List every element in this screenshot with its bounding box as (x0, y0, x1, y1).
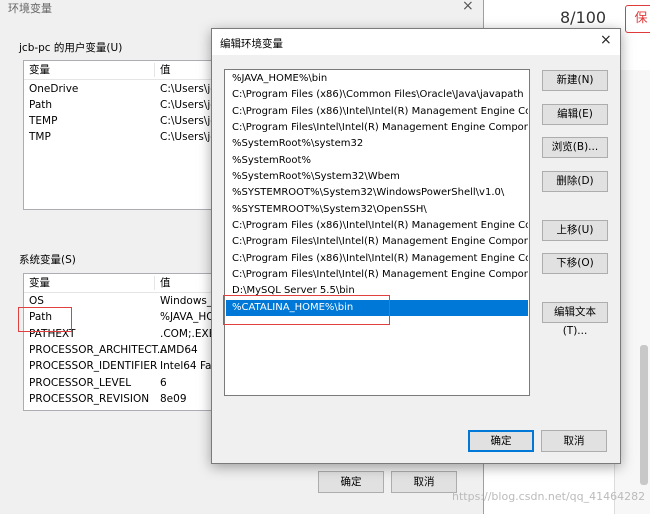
path-item[interactable]: C:\Program Files\Intel\Intel(R) Manageme… (226, 267, 528, 283)
cancel-button[interactable]: 取消 (391, 471, 457, 493)
path-item[interactable]: %SystemRoot%\system32 (226, 136, 528, 152)
scrollbar-thumb[interactable] (640, 345, 648, 485)
page-counter: 8/100 (560, 8, 607, 27)
path-item[interactable]: %SystemRoot% (226, 153, 528, 169)
header-value[interactable]: 值 (160, 61, 171, 79)
dialog-title: 编辑环境变量 (220, 38, 283, 50)
system-variables-label: 系统变量(S) (19, 254, 76, 266)
background-save-button[interactable]: 保 (625, 5, 650, 33)
move-down-button[interactable]: 下移(O) (542, 253, 608, 274)
path-item[interactable]: C:\Program Files\Intel\Intel(R) Manageme… (226, 120, 528, 136)
edit-environment-variable-dialog: 编辑环境变量 × %JAVA_HOME%\bin C:\Program File… (211, 28, 621, 464)
path-item[interactable]: C:\Program Files\Intel\Intel(R) Manageme… (226, 234, 528, 250)
list-header: 变量 值 (24, 274, 214, 293)
close-icon[interactable]: × (462, 0, 474, 14)
path-list[interactable]: %JAVA_HOME%\bin C:\Program Files (x86)\C… (224, 69, 530, 396)
path-item[interactable]: C:\Program Files (x86)\Intel\Intel(R) Ma… (226, 218, 528, 234)
ok-button[interactable]: 确定 (468, 430, 534, 452)
header-value[interactable]: 值 (160, 274, 171, 292)
path-item[interactable]: %JAVA_HOME%\bin (226, 71, 528, 87)
path-item[interactable]: C:\Program Files (x86)\Common Files\Orac… (226, 87, 528, 103)
dialog-title: 环境变量 (8, 2, 52, 15)
path-item[interactable]: %SystemRoot%\System32\Wbem (226, 169, 528, 185)
list-header: 变量 值 (24, 61, 214, 80)
path-item[interactable]: C:\Program Files (x86)\Intel\Intel(R) Ma… (226, 251, 528, 267)
delete-button[interactable]: 删除(D) (542, 171, 608, 192)
header-variable[interactable]: 变量 (29, 61, 50, 79)
watermark: https://blog.csdn.net/qq_41464282 (452, 490, 646, 503)
ok-button[interactable]: 确定 (318, 471, 384, 493)
path-item[interactable]: C:\Program Files (x86)\Intel\Intel(R) Ma… (226, 104, 528, 120)
user-variables-list[interactable]: 变量 值 OneDriveC:\Users\jcb PathC:\Users\j… (23, 60, 215, 210)
path-highlight-box (18, 307, 72, 332)
path-item[interactable]: %SYSTEMROOT%\System32\WindowsPowerShell\… (226, 185, 528, 201)
edit-text-button[interactable]: 编辑文本(T)... (542, 302, 608, 337)
new-button[interactable]: 新建(N) (542, 70, 608, 91)
path-item[interactable]: %SYSTEMROOT%\System32\OpenSSH\ (226, 202, 528, 218)
move-up-button[interactable]: 上移(U) (542, 220, 608, 241)
edit-button[interactable]: 编辑(E) (542, 104, 608, 125)
system-variables-list[interactable]: 变量 值 OSWindows_N Path%JAVA_HOM PATHEXT.C… (23, 273, 215, 411)
close-icon[interactable]: × (600, 32, 612, 48)
user-variables-label: jcb-pc 的用户变量(U) (19, 42, 123, 54)
header-variable[interactable]: 变量 (29, 274, 50, 292)
browse-button[interactable]: 浏览(B)... (542, 137, 608, 158)
new-path-highlight-box (223, 295, 390, 325)
cancel-button[interactable]: 取消 (541, 430, 607, 452)
